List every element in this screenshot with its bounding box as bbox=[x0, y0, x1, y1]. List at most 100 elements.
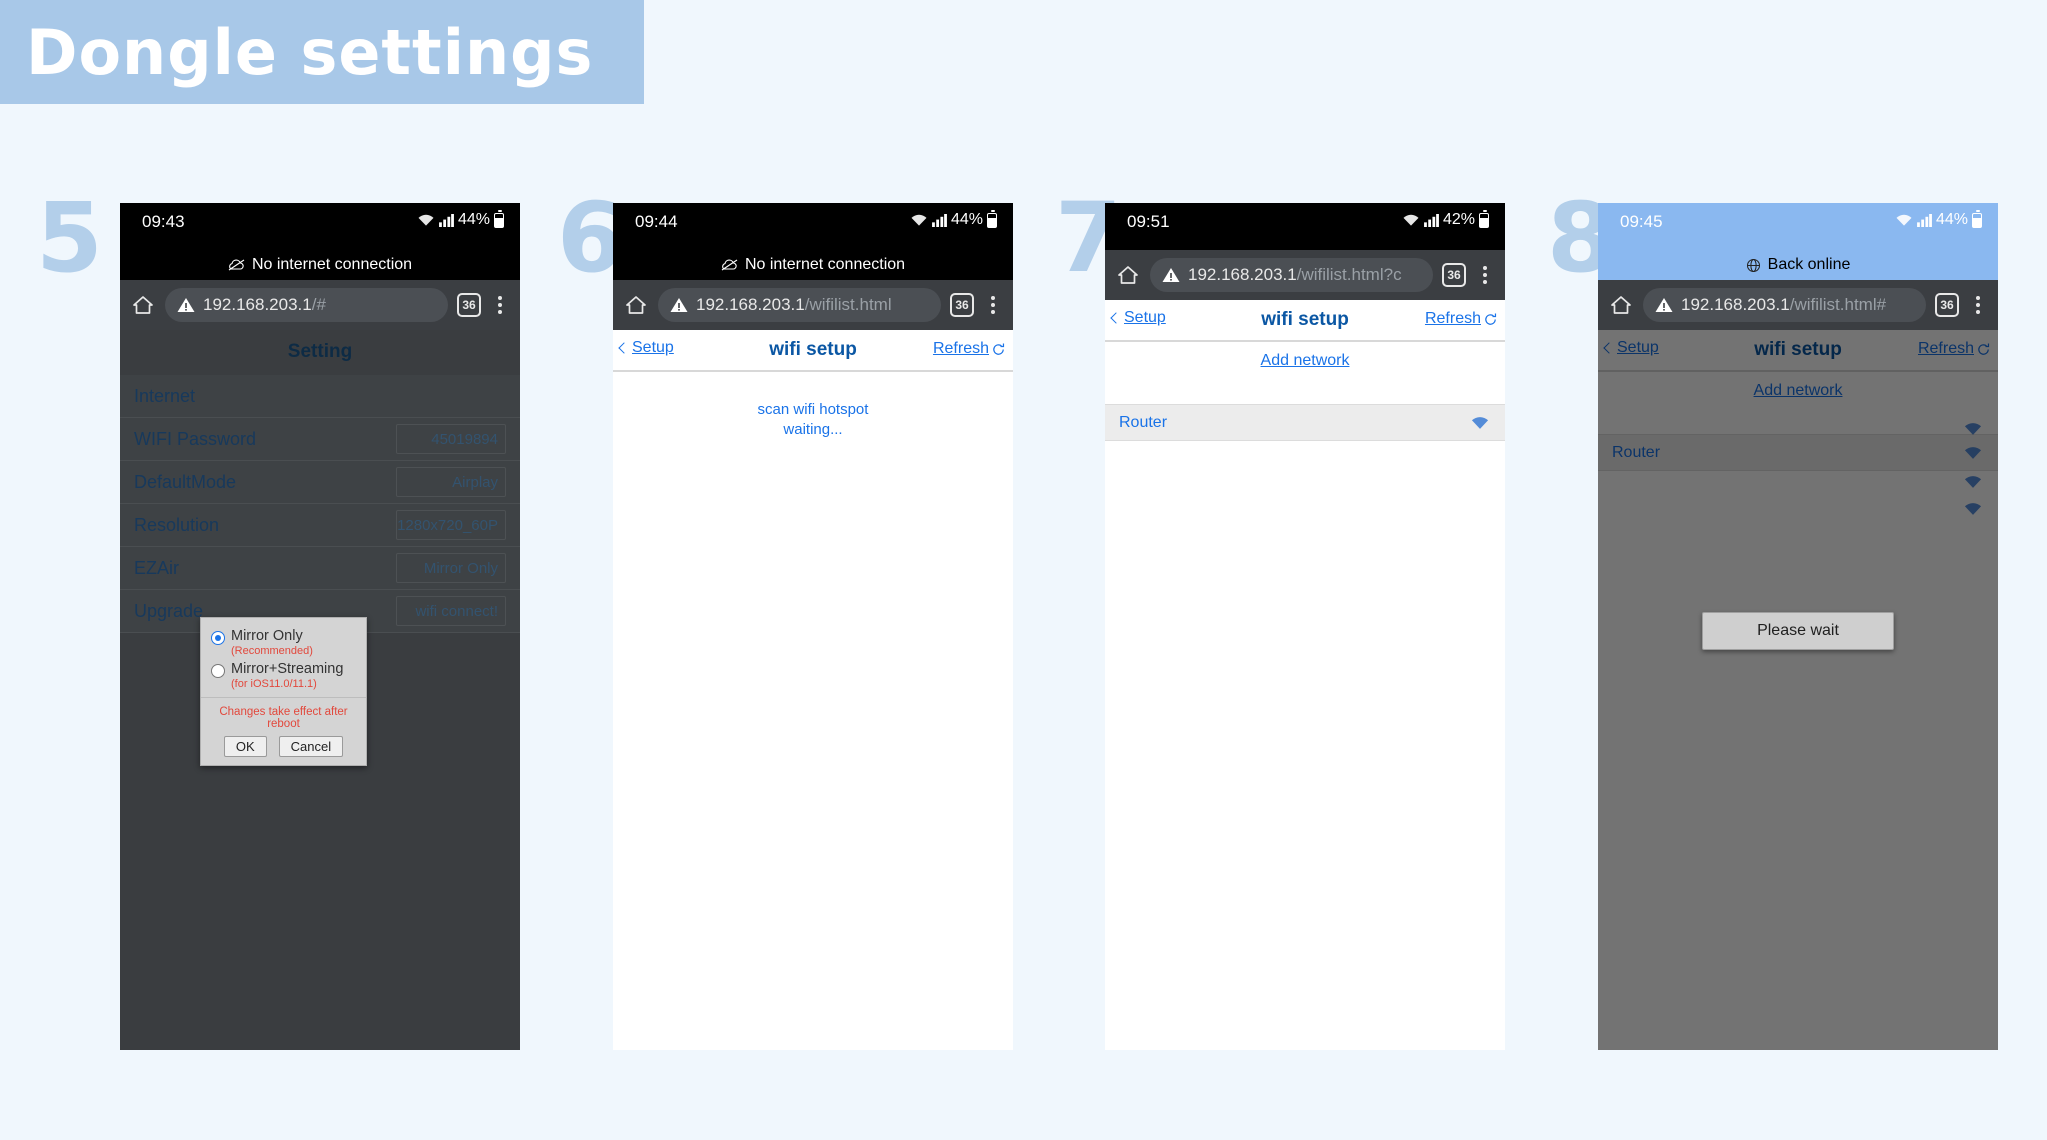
wifi-page-header: Setup wifi setup Refresh bbox=[613, 330, 1013, 372]
overflow-menu-icon[interactable] bbox=[1968, 296, 1988, 314]
overflow-menu-icon[interactable] bbox=[1475, 266, 1495, 284]
overflow-menu-icon[interactable] bbox=[490, 296, 510, 314]
row-value[interactable]: wifi connect! bbox=[396, 596, 506, 626]
url-path: /wifilist.html bbox=[804, 295, 892, 314]
status-bar: 09:44 44% bbox=[613, 203, 1013, 250]
network-banner-text: Back online bbox=[1767, 256, 1851, 273]
status-time: 09:43 bbox=[142, 212, 185, 231]
dialog-option-mirror-only[interactable]: Mirror Only (Recommended) bbox=[201, 624, 366, 657]
row-value[interactable]: Airplay bbox=[396, 467, 506, 497]
url-text: 192.168.203.1/# bbox=[203, 295, 326, 315]
chevron-left-icon bbox=[1110, 312, 1122, 324]
option-label: Mirror+Streaming bbox=[231, 661, 344, 678]
tab-count-button[interactable]: 36 bbox=[1935, 293, 1959, 317]
browser-toolbar: 192.168.203.1/wifilist.html 36 bbox=[613, 280, 1013, 330]
title-band: Dongle settings bbox=[0, 0, 644, 104]
row-label: DefaultMode bbox=[134, 471, 237, 492]
dialog-buttons: OK Cancel bbox=[201, 735, 366, 757]
row-value[interactable]: Mirror Only bbox=[396, 553, 506, 583]
page-title: Dongle settings bbox=[26, 15, 594, 89]
back-label: Setup bbox=[1124, 309, 1166, 326]
wifi-page-header: Setup wifi setup Refresh bbox=[1105, 300, 1505, 342]
poster-root: Dongle settings 5 6 7 8 09:43 44% No int… bbox=[0, 0, 2047, 1140]
step-number-5: 5 bbox=[36, 182, 103, 294]
warning-triangle-icon bbox=[177, 298, 195, 312]
cloud-off-icon bbox=[228, 259, 245, 271]
option-note: (for iOS11.0/11.1) bbox=[231, 677, 317, 690]
please-wait-dialog: Please wait bbox=[1702, 612, 1894, 650]
option-label: Mirror Only bbox=[231, 628, 303, 644]
overflow-menu-icon[interactable] bbox=[983, 296, 1003, 314]
status-bar: 09:45 44% bbox=[1598, 203, 1998, 250]
battery-icon bbox=[987, 209, 997, 228]
tab-count-button[interactable]: 36 bbox=[457, 293, 481, 317]
status-time: 09:44 bbox=[635, 212, 678, 231]
home-icon[interactable] bbox=[1115, 262, 1141, 288]
settings-title: Setting bbox=[287, 341, 353, 362]
dialog-option-mirror-streaming[interactable]: Mirror+Streaming (for iOS11.0/11.1) bbox=[201, 657, 366, 690]
add-network-row[interactable]: Add network bbox=[1105, 342, 1505, 370]
settings-row-internet[interactable]: Internet bbox=[120, 375, 520, 418]
row-value[interactable]: 1280x720_60P bbox=[396, 510, 506, 540]
url-host: 192.168.203.1 bbox=[203, 295, 312, 314]
settings-row-ezair[interactable]: EZAir Mirror Only bbox=[120, 547, 520, 590]
battery-percent: 44% bbox=[457, 211, 490, 228]
url-path: /wifilist.html# bbox=[1789, 295, 1887, 314]
refresh-link[interactable]: Refresh bbox=[1425, 310, 1498, 328]
row-value[interactable]: 45019894 bbox=[396, 424, 506, 454]
wifi-icon bbox=[911, 214, 927, 226]
back-to-setup-link[interactable]: Setup bbox=[1110, 309, 1166, 327]
home-icon[interactable] bbox=[1608, 292, 1634, 318]
network-banner: No internet connection bbox=[613, 250, 1013, 280]
url-host: 192.168.203.1 bbox=[696, 295, 805, 314]
row-label: EZAir bbox=[134, 557, 179, 578]
url-host: 192.168.203.1 bbox=[1188, 265, 1297, 284]
status-indicators: 44% bbox=[417, 209, 504, 229]
browser-toolbar: 192.168.203.1/wifilist.html?c 36 bbox=[1105, 250, 1505, 300]
battery-percent: 44% bbox=[950, 211, 983, 228]
browser-toolbar: 192.168.203.1/wifilist.html# 36 bbox=[1598, 280, 1998, 330]
add-network-label: Add network bbox=[1260, 352, 1350, 369]
battery-icon bbox=[494, 209, 504, 228]
dialog-reboot-note: Changes take effect after reboot bbox=[219, 705, 348, 730]
url-bar[interactable]: 192.168.203.1/# bbox=[165, 288, 448, 322]
refresh-icon bbox=[1485, 313, 1497, 325]
status-indicators: 44% bbox=[1895, 209, 1982, 229]
network-banner: Back online bbox=[1598, 250, 1998, 280]
warning-triangle-icon bbox=[670, 298, 688, 312]
status-indicators: 44% bbox=[910, 209, 997, 229]
status-bar: 09:43 44% bbox=[120, 203, 520, 250]
tab-count-button[interactable]: 36 bbox=[950, 293, 974, 317]
url-path: /wifilist.html?c bbox=[1296, 265, 1402, 284]
globe-icon bbox=[1746, 258, 1760, 272]
tab-count-button[interactable]: 36 bbox=[1442, 263, 1466, 287]
signal-bars-icon bbox=[439, 213, 454, 227]
wifi-icon bbox=[418, 214, 434, 226]
url-path: /# bbox=[311, 295, 326, 314]
refresh-label: Refresh bbox=[1424, 310, 1481, 327]
ok-button[interactable]: OK bbox=[223, 735, 267, 757]
home-icon[interactable] bbox=[623, 292, 649, 318]
scan-status-message: scan wifi hotspot waiting... bbox=[613, 372, 1013, 441]
modal-scrim bbox=[1598, 330, 1998, 1050]
cancel-button[interactable]: Cancel bbox=[278, 735, 344, 757]
url-bar[interactable]: 192.168.203.1/wifilist.html# bbox=[1643, 288, 1926, 322]
status-time: 09:51 bbox=[1127, 212, 1170, 231]
url-text: 192.168.203.1/wifilist.html?c bbox=[1188, 265, 1402, 285]
home-icon[interactable] bbox=[130, 292, 156, 318]
refresh-label: Refresh bbox=[932, 340, 989, 357]
back-to-setup-link[interactable]: Setup bbox=[618, 339, 674, 357]
radio-mirror-only[interactable] bbox=[211, 631, 225, 645]
battery-icon bbox=[1972, 209, 1982, 228]
network-banner: No internet connection bbox=[120, 250, 520, 280]
warning-triangle-icon bbox=[1655, 298, 1673, 312]
url-text: 192.168.203.1/wifilist.html# bbox=[1681, 295, 1886, 315]
network-list-item[interactable]: Router bbox=[1105, 404, 1505, 441]
refresh-link[interactable]: Refresh bbox=[933, 340, 1006, 358]
settings-row-defaultmode[interactable]: DefaultMode Airplay bbox=[120, 461, 520, 504]
url-bar[interactable]: 192.168.203.1/wifilist.html?c bbox=[1150, 258, 1433, 292]
radio-mirror-streaming[interactable] bbox=[211, 664, 225, 679]
settings-row-wifi-password[interactable]: WIFI Password 45019894 bbox=[120, 418, 520, 461]
settings-row-resolution[interactable]: Resolution 1280x720_60P bbox=[120, 504, 520, 547]
url-bar[interactable]: 192.168.203.1/wifilist.html bbox=[658, 288, 941, 322]
